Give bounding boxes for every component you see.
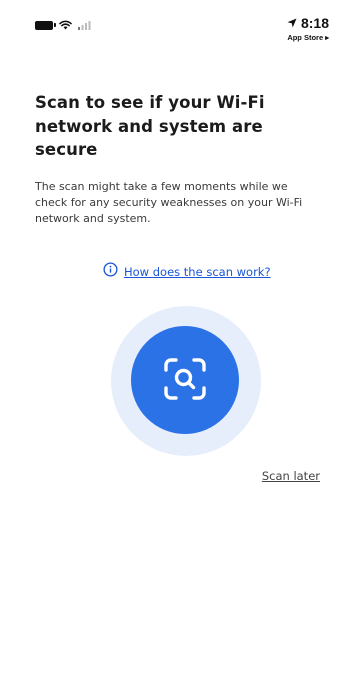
wifi-icon <box>59 20 72 30</box>
status-time: 8:18 <box>300 14 329 31</box>
signal-icon <box>78 20 92 30</box>
scan-later-link[interactable]: Scan later <box>262 469 320 483</box>
info-icon <box>103 262 118 281</box>
location-arrow-icon <box>287 13 297 32</box>
status-left <box>35 20 92 30</box>
scan-search-icon <box>162 356 208 405</box>
page-description: The scan might take a few moments while … <box>35 180 303 225</box>
back-to-app-store-link[interactable]: App Store ▸ <box>287 33 329 43</box>
start-scan-button[interactable] <box>131 326 239 434</box>
how-scan-works-link[interactable]: How does the scan work? <box>103 262 271 281</box>
status-bar: 8:18 App Store ▸ <box>0 0 337 44</box>
battery-icon <box>35 20 56 30</box>
how-scan-works-label: How does the scan work? <box>124 264 271 279</box>
page-title: Scan to see if your Wi-Fi network and sy… <box>35 93 265 159</box>
status-right: 8:18 App Store ▸ <box>287 13 329 43</box>
